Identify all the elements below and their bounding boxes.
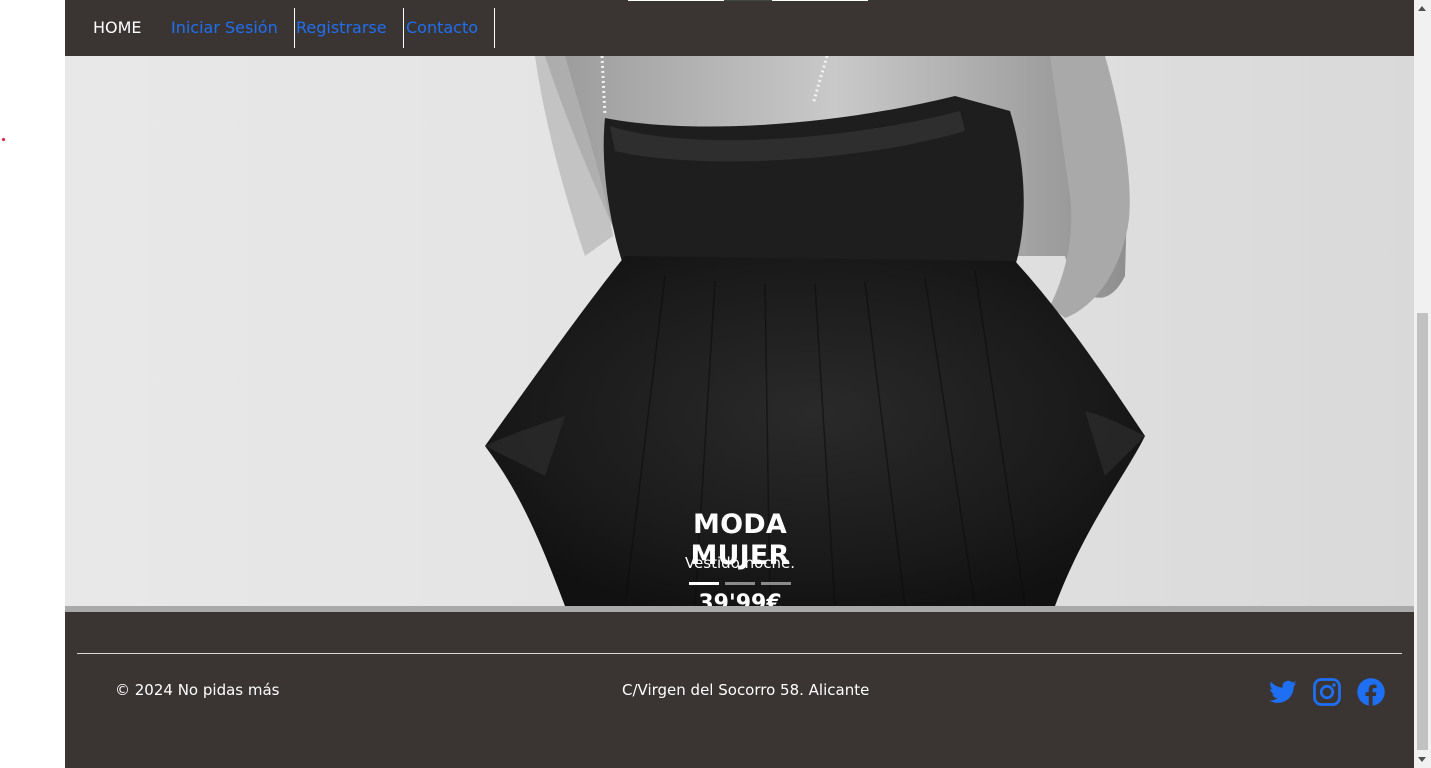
twitter-icon[interactable] (1268, 677, 1298, 707)
slide-description: Vestido noche. (684, 554, 796, 572)
carousel-indicator-3[interactable] (761, 582, 791, 585)
carousel-indicators (689, 582, 791, 585)
footer-copyright: © 2024 No pidas más (115, 681, 280, 699)
nav-contact-link[interactable]: Contacto (390, 8, 496, 48)
page: HOME Iniciar Sesión Registrarse Contacto (65, 0, 1414, 768)
vertical-scrollbar[interactable] (1414, 0, 1431, 768)
social-links (1268, 677, 1386, 707)
nav-home-link[interactable]: HOME (93, 8, 142, 48)
nav-register-link[interactable]: Registrarse (280, 8, 404, 48)
nav-top-strip (628, 0, 868, 1)
carousel-indicator-1[interactable] (689, 582, 719, 585)
hero-carousel[interactable]: MODA MUJER Vestido noche. 39'99€ (65, 56, 1414, 606)
footer-address: C/Virgen del Socorro 58. Alicante (622, 681, 870, 699)
slide-price: 39'99€ (698, 591, 782, 606)
navbar: HOME Iniciar Sesión Registrarse Contacto (65, 0, 1414, 56)
carousel-indicator-2[interactable] (725, 582, 755, 585)
nav-login-link[interactable]: Iniciar Sesión (171, 8, 295, 48)
scroll-up-arrow-icon[interactable] (1418, 6, 1426, 11)
footer-divider (77, 653, 1402, 654)
stray-dot (2, 138, 5, 141)
scroll-down-arrow-icon[interactable] (1418, 757, 1426, 762)
facebook-icon[interactable] (1356, 677, 1386, 707)
instagram-icon[interactable] (1312, 677, 1342, 707)
scrollbar-thumb[interactable] (1417, 313, 1428, 750)
hero-bottom-bar (65, 606, 1414, 612)
